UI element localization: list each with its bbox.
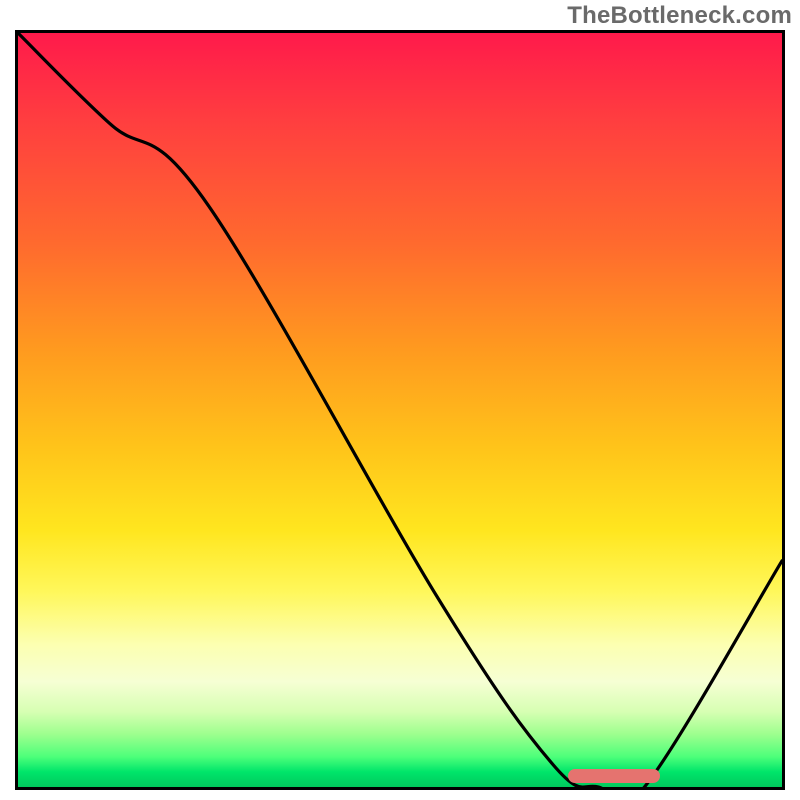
plot-area bbox=[15, 30, 785, 790]
watermark-text: TheBottleneck.com bbox=[567, 2, 792, 30]
optimal-range-marker bbox=[568, 769, 660, 783]
chart-stage: TheBottleneck.com bbox=[0, 0, 800, 800]
bottleneck-curve bbox=[18, 33, 782, 787]
